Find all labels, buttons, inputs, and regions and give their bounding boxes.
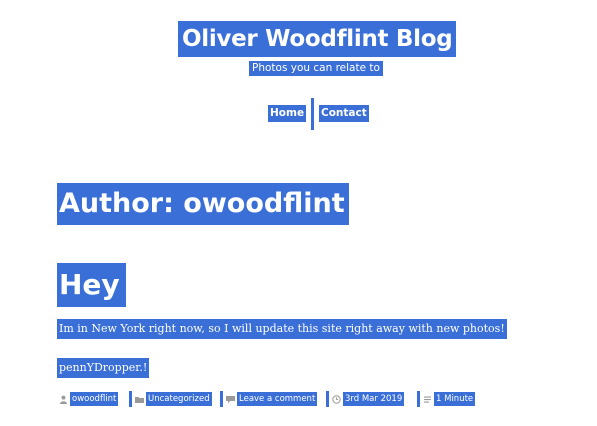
site-description: Photos you can relate to (249, 61, 383, 76)
site-title-link[interactable]: Oliver Woodflint Blog (178, 21, 457, 57)
document-icon (423, 395, 432, 404)
post-title-link[interactable]: Hey (57, 263, 126, 307)
post-read-time-meta: 1 Minute (417, 391, 476, 407)
main-navigation: Home Contact (0, 98, 597, 130)
meta-separator (417, 391, 420, 407)
nav-item-home[interactable]: Home (268, 105, 307, 122)
meta-separator (129, 391, 132, 407)
clock-icon (332, 394, 341, 404)
nav-separator (311, 98, 314, 130)
post-author-link[interactable]: owoodflint (70, 392, 119, 406)
post-date-link[interactable]: 3rd Mar 2019 (343, 392, 405, 406)
post-paragraph: pennYDropper.! (57, 358, 150, 378)
comment-icon (226, 395, 235, 404)
nav-item-contact[interactable]: Contact (319, 105, 369, 122)
archive-title: Author: owoodflint (57, 183, 349, 225)
post-date-meta: 3rd Mar 2019 (326, 391, 405, 407)
post-paragraph: Im in New York right now, so I will upda… (57, 319, 507, 339)
post-category-meta: Uncategorized (129, 391, 212, 407)
meta-separator (220, 391, 223, 407)
post-category-link[interactable]: Uncategorized (146, 392, 212, 406)
post-read-time: 1 Minute (434, 392, 476, 406)
post-author-meta: owoodflint (59, 391, 119, 407)
user-icon (59, 395, 68, 404)
post-comments-link[interactable]: Leave a comment (237, 392, 318, 406)
post-comments-meta: Leave a comment (220, 391, 318, 407)
meta-separator (326, 391, 329, 407)
folder-icon (135, 395, 144, 404)
